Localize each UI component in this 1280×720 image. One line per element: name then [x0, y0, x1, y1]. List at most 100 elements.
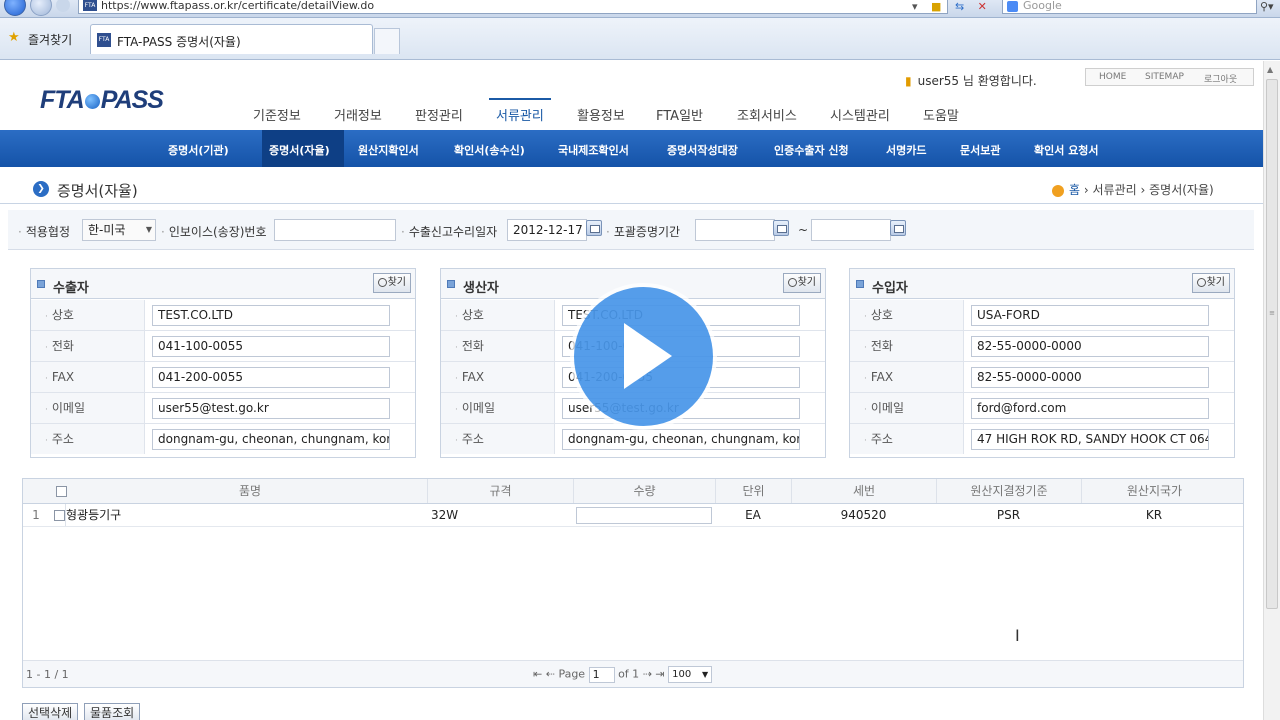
top-link-home[interactable]: HOME: [1099, 72, 1126, 82]
row-criterion-cell: PSR: [996, 508, 1021, 522]
exporter-name-field[interactable]: TEST.CO.LTD: [152, 305, 390, 326]
url-input[interactable]: FTA https://www.ftapass.or.kr/certificate…: [78, 0, 948, 14]
back-button[interactable]: [4, 0, 26, 16]
row-unit-cell: EA: [745, 508, 761, 522]
stop-icon[interactable]: ✕: [978, 0, 987, 13]
favorites-star-icon[interactable]: ★: [8, 30, 20, 45]
page-size-select[interactable]: 100 ▼: [668, 666, 713, 683]
main-menu-item[interactable]: 시스템관리: [830, 105, 890, 124]
page-label: Page: [558, 667, 586, 681]
breadcrumb-home[interactable]: 홈: [1069, 183, 1080, 197]
select-arrow-icon: ▼: [701, 670, 709, 679]
subnav-item[interactable]: 인증수출자 신청: [774, 142, 849, 158]
subnav-item[interactable]: 확인서(송수신): [454, 142, 525, 158]
subnav-item-active[interactable]: 증명서(자율): [269, 142, 330, 158]
dropdown-arrow-icon[interactable]: ▾: [912, 0, 918, 13]
main-menu-item[interactable]: 조회서비스: [737, 105, 797, 124]
importer-fax-field[interactable]: 82-55-0000-0000: [971, 367, 1209, 388]
panel-title: 수출자: [53, 281, 89, 296]
delete-selected-button[interactable]: 선택삭제: [22, 703, 79, 720]
new-tab-button[interactable]: [374, 28, 400, 54]
qty-input[interactable]: [576, 507, 712, 524]
main-menu-item-active[interactable]: 서류관리: [496, 105, 544, 124]
last-page-icon[interactable]: ⇥: [655, 668, 664, 681]
col-header-spec[interactable]: 규격: [427, 479, 573, 503]
export-date-input[interactable]: 2012-12-17: [507, 219, 587, 241]
prev-page-icon[interactable]: ⇠: [546, 668, 555, 681]
top-link-sitemap[interactable]: SITEMAP: [1145, 72, 1184, 82]
search-icon: [1196, 277, 1206, 287]
main-menu-item[interactable]: 거래정보: [334, 105, 382, 124]
period-from-input[interactable]: [695, 219, 775, 241]
importer-phone-field[interactable]: 82-55-0000-0000: [971, 336, 1209, 357]
main-menu-item[interactable]: 기준정보: [253, 105, 301, 124]
history-dropdown-icon[interactable]: [56, 0, 70, 12]
main-menu-item[interactable]: 도움말: [923, 105, 959, 124]
col-header-country[interactable]: 원산지국가: [1081, 479, 1227, 503]
agreement-select[interactable]: 한-미국 ▼: [82, 219, 156, 241]
scroll-up-arrow-icon[interactable]: ▲: [1267, 65, 1273, 74]
subnav-item[interactable]: 원산지확인서: [358, 142, 419, 158]
main-menu-item[interactable]: FTA일반: [656, 105, 703, 124]
exporter-email-field[interactable]: user55@test.go.kr: [152, 398, 390, 419]
forward-button[interactable]: [30, 0, 52, 16]
breadcrumb-current: 증명서(자율): [1149, 183, 1214, 197]
search-engine-input[interactable]: Google: [1002, 0, 1257, 14]
favorites-label[interactable]: 즐겨찾기: [28, 31, 72, 48]
browser-tab[interactable]: FTA FTA-PASS 증명서(자율): [90, 24, 373, 54]
row-checkbox[interactable]: [54, 510, 65, 521]
subnav-item[interactable]: 증명서작성대장: [667, 142, 738, 158]
importer-email-field[interactable]: ford@ford.com: [971, 398, 1209, 419]
exporter-address-field[interactable]: dongnam-gu, cheonan, chungnam, korea: [152, 429, 390, 450]
agreement-label: · 적용협정: [18, 225, 70, 239]
calendar-icon[interactable]: [586, 220, 602, 236]
exporter-fax-field[interactable]: 041-200-0055: [152, 367, 390, 388]
subnav-item[interactable]: 확인서 요청서: [1034, 142, 1099, 158]
calendar-icon[interactable]: [890, 220, 906, 236]
next-page-icon[interactable]: ⇢: [643, 668, 652, 681]
subnav-item[interactable]: 국내제조확인서: [558, 142, 629, 158]
site-logo[interactable]: FTA PASS: [40, 86, 164, 115]
col-header-name[interactable]: 품명: [73, 479, 427, 503]
exporter-phone-field[interactable]: 041-100-0055: [152, 336, 390, 357]
top-link-logout[interactable]: 로그아웃: [1204, 72, 1237, 85]
find-exporter-button[interactable]: 찾기: [372, 273, 411, 293]
col-header-criterion[interactable]: 원산지결정기준: [936, 479, 1081, 503]
vertical-scrollbar[interactable]: ▲ ≡: [1263, 61, 1280, 720]
page-number-input[interactable]: 1: [588, 666, 615, 683]
table-row[interactable]: 1 형광등기구 32W EA 940520 PSR KR: [23, 504, 1243, 527]
tab-bar: ★ 즐겨찾기 FTA FTA-PASS 증명서(자율): [0, 18, 1280, 60]
select-arrow-icon: ▼: [145, 225, 152, 234]
select-all-checkbox[interactable]: [55, 486, 67, 497]
col-header-qty[interactable]: 수량: [573, 479, 715, 503]
select-all-checkbox-cell: [49, 479, 73, 503]
invoice-label: · 인보이스(송장)번호: [161, 225, 267, 239]
col-header-hs[interactable]: 세번: [791, 479, 936, 503]
video-play-icon[interactable]: [574, 287, 713, 426]
invoice-input[interactable]: [274, 219, 396, 241]
period-to-input[interactable]: [811, 219, 891, 241]
panel-header: 수입자 찾기: [850, 269, 1234, 299]
producer-address-field[interactable]: dongnam-gu, cheonan, chungnam, korea: [562, 429, 800, 450]
find-producer-button[interactable]: 찾기: [782, 273, 821, 293]
main-menu-item[interactable]: 활용정보: [577, 105, 625, 124]
find-importer-button[interactable]: 찾기: [1191, 273, 1230, 293]
first-page-icon[interactable]: ⇤: [533, 668, 542, 681]
search-magnifier-icon[interactable]: ⚲▾: [1260, 0, 1274, 13]
refresh-icon[interactable]: ⇆: [955, 0, 964, 13]
col-header-unit[interactable]: 단위: [715, 479, 791, 503]
item-lookup-button[interactable]: 물품조회: [84, 703, 141, 720]
subnav-item[interactable]: 서명카드: [886, 142, 926, 158]
importer-name-field[interactable]: USA-FORD: [971, 305, 1209, 326]
top-links: HOME SITEMAP 로그아웃: [1085, 68, 1254, 86]
subnav-item[interactable]: 증명서(기관): [168, 142, 229, 158]
importer-address-field[interactable]: 47 HIGH ROK RD, SANDY HOOK CT 06482: [971, 429, 1209, 450]
subnav-item[interactable]: 문서보관: [960, 142, 1000, 158]
panel-header: 수출자 찾기: [31, 269, 415, 299]
main-menu-item[interactable]: 판정관리: [415, 105, 463, 124]
scrollbar-thumb[interactable]: [1266, 79, 1278, 609]
calendar-icon[interactable]: [773, 220, 789, 236]
user-icon: ▮: [905, 74, 912, 88]
lock-icon[interactable]: ■: [931, 0, 941, 13]
breadcrumb-item[interactable]: 서류관리: [1093, 183, 1137, 197]
